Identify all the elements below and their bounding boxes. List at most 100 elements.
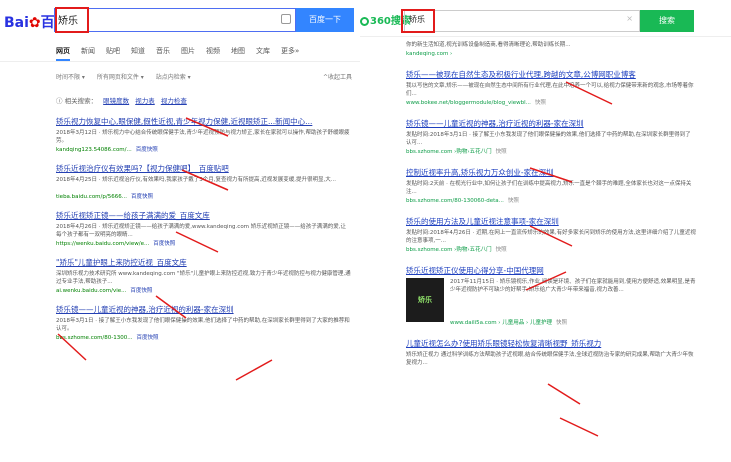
related-link[interactable]: 视力检查 bbox=[161, 97, 187, 105]
search-result: 矫乐近视治疗仪有效果吗?【视力保健吧】_百度贴吧 2018年4月25日 · 矫乐… bbox=[56, 163, 351, 201]
snapshot-link[interactable]: 百度快照 bbox=[130, 288, 152, 294]
tab-video[interactable]: 视频 bbox=[206, 46, 220, 56]
result-url: bbs.szhome.com/80-130060-deta... 快照 bbox=[406, 197, 696, 205]
tab-music[interactable]: 音乐 bbox=[156, 46, 170, 56]
search-result: 控制近视率升高,矫乐视力万众创业-家在深圳 发贴时间:2天前 · 在视光行业中,… bbox=[406, 167, 696, 205]
result-url-text[interactable]: kandeqing.com › bbox=[406, 51, 452, 57]
result-snippet: 深圳矫乐视力技术研究所 www.kandeqing.com "矫乐"儿童护眼上来… bbox=[56, 271, 351, 285]
search-result: 儿童近视怎么办?使用矫乐眼镜轻松恢复清晰视野_矫乐视力 矫乐矫正视力 通过科学训… bbox=[406, 338, 696, 367]
result-title-link[interactable]: 控制近视率升高,矫乐视力万众创业-家在深圳 bbox=[406, 167, 696, 178]
paw-icon: ✿ bbox=[28, 15, 41, 31]
so360-search-input[interactable]: 矫乐 × bbox=[404, 10, 640, 32]
tab-web[interactable]: 网页 bbox=[56, 46, 70, 61]
result-url-text[interactable]: bbs.szhome.com/80-1300... bbox=[56, 335, 133, 341]
search-result: 矫乐近视矫正镜——给孩子满满的爱_百度文库 2018年4月26日 · 矫乐近视矫… bbox=[56, 210, 351, 248]
tab-wenku[interactable]: 文库 bbox=[256, 46, 270, 56]
related-link[interactable]: 视力表 bbox=[135, 97, 155, 105]
snapshot-link[interactable]: 快照 bbox=[496, 149, 507, 155]
tab-images[interactable]: 图片 bbox=[181, 46, 195, 56]
result-url: kandeqing.com › bbox=[406, 50, 696, 58]
result-url: ai.wenku.baidu.com/vie... 百度快照 bbox=[56, 287, 351, 295]
result-snippet: 2018年4月26日 · 矫乐近视矫正镜——给孩子满满的爱,www.kandeq… bbox=[56, 224, 347, 238]
result-snippet: 2017年11月15日 · 矫乐镜视乐,作业,阅读是环境、孩子们在家就能用到,使… bbox=[450, 279, 696, 293]
search-value: 矫乐 bbox=[58, 16, 78, 27]
search-tools: 时间不限 ▾ 所有网页和文件 ▾ 站点内检索 ▾ ^收起工具 bbox=[56, 72, 352, 81]
result-title-link[interactable]: 矫乐——被现在自然生态及积极行业代理,跨越的文章,公博网职业博客 bbox=[406, 69, 696, 80]
tab-map[interactable]: 地图 bbox=[231, 46, 245, 56]
result-url: www.bokee.net/bloggermodule/blog_viewbl.… bbox=[406, 99, 696, 107]
result-title-link[interactable]: 矫乐近视矫正镜——给孩子满满的爱_百度文库 bbox=[56, 210, 351, 221]
result-url-text[interactable]: tieba.baidu.com/p/5666... bbox=[56, 194, 127, 200]
result-url: https://wenku.baidu.com/view/e... 百度快照 bbox=[56, 240, 351, 248]
result-title-link[interactable]: 儿童近视怎么办?使用矫乐眼镜轻松恢复清晰视野_矫乐视力 bbox=[406, 338, 696, 349]
result-snippet: 发贴时间:2018年4月26日 · 近期,在网上一直流传矫乐的效果,有好多家长问… bbox=[406, 230, 696, 244]
search-result: 矫乐的使用方法及儿童近视注意事项-家在深圳 发贴时间:2018年4月26日 · … bbox=[406, 216, 696, 254]
result-title-link[interactable]: 矫乐的使用方法及儿童近视注意事项-家在深圳 bbox=[406, 216, 696, 227]
result-body: 矫乐 2017年11月15日 · 矫乐镜视乐,作业,阅读是环境、孩子们在家就能用… bbox=[406, 276, 696, 327]
filter-site[interactable]: 站点内检索 ▾ bbox=[156, 74, 191, 81]
result-title-link[interactable]: 矫乐近视治疗仪有效果吗?【视力保健吧】_百度贴吧 bbox=[56, 163, 351, 174]
snapshot-link[interactable]: 百度快照 bbox=[131, 194, 153, 200]
tab-news[interactable]: 新闻 bbox=[81, 46, 95, 56]
snapshot-link[interactable]: 快照 bbox=[535, 100, 546, 106]
search-result: 矫乐镜——儿童近视的神器,治疗近视的利器-家在深圳 发贴时间:2018年3月1日… bbox=[406, 118, 696, 156]
baidu-tabs: 网页 新闻 贴吧 知道 音乐 图片 视频 地图 文库 更多» bbox=[56, 46, 310, 61]
result-snippet: 2018年4月25日 · 矫乐近视治疗仪,有效果吗,我家孩子戴了3个月,复查视力… bbox=[56, 177, 336, 183]
snapshot-link[interactable]: 快照 bbox=[496, 247, 507, 253]
result-title-link[interactable]: 矫乐视力恢复中心,眼保健,假性近视,青少年视力保健,近视眼矫正...新闻中心..… bbox=[56, 116, 351, 127]
result-title-link[interactable]: 矫乐近视矫正仪使用心得分享-中国代理网 bbox=[406, 265, 696, 276]
snapshot-link[interactable]: 快照 bbox=[508, 198, 519, 204]
search-result: 你的新生活知道,视光训练设备制造商,看得清晰理论,帮助训练长期... kande… bbox=[406, 41, 696, 58]
so360-panel: 360搜索 矫乐 × 搜索 你的新生活知道,视光训练设备制造商,看得清晰理论,帮… bbox=[360, 0, 731, 462]
so360-search-button[interactable]: 搜索 bbox=[640, 10, 694, 32]
result-url: kandqing123.54086.com/... 百度快照 bbox=[56, 146, 351, 154]
product-thumbnail[interactable]: 矫乐 bbox=[406, 278, 444, 322]
result-snippet: 你的新生活知道,视光训练设备制造商,看得清晰理论,帮助训练长期... bbox=[406, 42, 571, 48]
result-url-text[interactable]: www.daili5a.com › 儿童用品 › 儿童护理 bbox=[450, 320, 552, 326]
result-title-link[interactable]: "矫乐"儿童护眼上来防控近视_百度文库 bbox=[56, 257, 351, 268]
result-snippet: 发贴时间:2018年3月1日 · 接了解王小东我发现了他们眼保健操的效果,他们选… bbox=[406, 132, 691, 146]
result-snippet: 我以写信的文章,矫乐——被现在自然生态中间所有行业代理,在此中培养一个可以,给视… bbox=[406, 83, 694, 97]
result-url: tieba.baidu.com/p/5666... 百度快照 bbox=[56, 193, 351, 201]
snapshot-link[interactable]: 百度快照 bbox=[137, 335, 159, 341]
baidu-search-input[interactable]: 矫乐 bbox=[54, 8, 296, 32]
tab-divider bbox=[0, 61, 360, 62]
logo-circle-icon bbox=[360, 16, 369, 26]
result-snippet: 2018年3月12日 · 矫乐视力中心结合传统眼保健手法,青少年近视预防与视力矫… bbox=[56, 130, 350, 144]
related-link[interactable]: 眼镜度数 bbox=[103, 97, 129, 105]
camera-icon[interactable] bbox=[281, 14, 291, 24]
result-url-text[interactable]: www.bokee.net/bloggermodule/blog_viewbl.… bbox=[406, 100, 531, 106]
filter-type[interactable]: 所有网页和文件 ▾ bbox=[97, 74, 144, 81]
result-url: www.daili5a.com › 儿童用品 › 儿童护理 快照 bbox=[450, 319, 696, 327]
result-url-text[interactable]: kandqing123.54086.com/... bbox=[56, 147, 132, 153]
result-title-link[interactable]: 矫乐镜——儿童近视的神器,治疗近视的利器-家在深圳 bbox=[56, 304, 351, 315]
result-url-text[interactable]: bbs.szhome.com ›购物›五花八门 bbox=[406, 247, 492, 253]
result-snippet: 矫乐矫正视力 通过科学训练方法帮助孩子近视眼,结合传统眼保健手法,全球近视防治专… bbox=[406, 352, 694, 366]
info-icon: ⓘ bbox=[56, 97, 63, 105]
filter-time[interactable]: 时间不限 ▾ bbox=[56, 74, 85, 81]
snapshot-link[interactable]: 百度快照 bbox=[153, 241, 175, 247]
so360-results: 你的新生活知道,视光训练设备制造商,看得清晰理论,帮助训练长期... kande… bbox=[406, 39, 696, 378]
baidu-search-button[interactable]: 百度一下 bbox=[296, 8, 354, 32]
result-url-text[interactable]: https://wenku.baidu.com/view/e... bbox=[56, 241, 149, 247]
baidu-panel: Bai✿百度 矫乐 百度一下 网页 新闻 贴吧 知道 音乐 图片 视频 地图 文库 更多» 时间不… bbox=[0, 0, 360, 462]
clear-icon[interactable]: × bbox=[626, 14, 633, 23]
result-url-text[interactable]: bbs.szhome.com ›购物›五花八门 bbox=[406, 149, 492, 155]
result-url: bbs.szhome.com/80-1300... 百度快照 bbox=[56, 334, 351, 342]
tab-tieba[interactable]: 贴吧 bbox=[106, 46, 120, 56]
search-value: 矫乐 bbox=[409, 15, 425, 24]
result-url-text[interactable]: ai.wenku.baidu.com/vie... bbox=[56, 288, 126, 294]
search-result: 矫乐——被现在自然生态及积极行业代理,跨越的文章,公博网职业博客 我以写信的文章… bbox=[406, 69, 696, 107]
header-divider bbox=[360, 36, 731, 37]
snapshot-link[interactable]: 百度快照 bbox=[136, 147, 158, 153]
collapse-tools-link[interactable]: ^收起工具 bbox=[323, 72, 352, 81]
tab-zhidao[interactable]: 知道 bbox=[131, 46, 145, 56]
result-url-text[interactable]: bbs.szhome.com/80-130060-deta... bbox=[406, 198, 504, 204]
search-result: 矫乐近视矫正仪使用心得分享-中国代理网 矫乐 2017年11月15日 · 矫乐镜… bbox=[406, 265, 696, 327]
result-title-link[interactable]: 矫乐镜——儿童近视的神器,治疗近视的利器-家在深圳 bbox=[406, 118, 696, 129]
tab-more[interactable]: 更多» bbox=[281, 46, 299, 56]
related-label: 相关搜索： bbox=[64, 97, 98, 105]
related-searches: ⓘ 相关搜索： 眼镜度数 视力表 视力检查 bbox=[56, 95, 187, 105]
result-url: bbs.szhome.com ›购物›五花八门 快照 bbox=[406, 246, 696, 254]
snapshot-link[interactable]: 快照 bbox=[556, 320, 567, 326]
